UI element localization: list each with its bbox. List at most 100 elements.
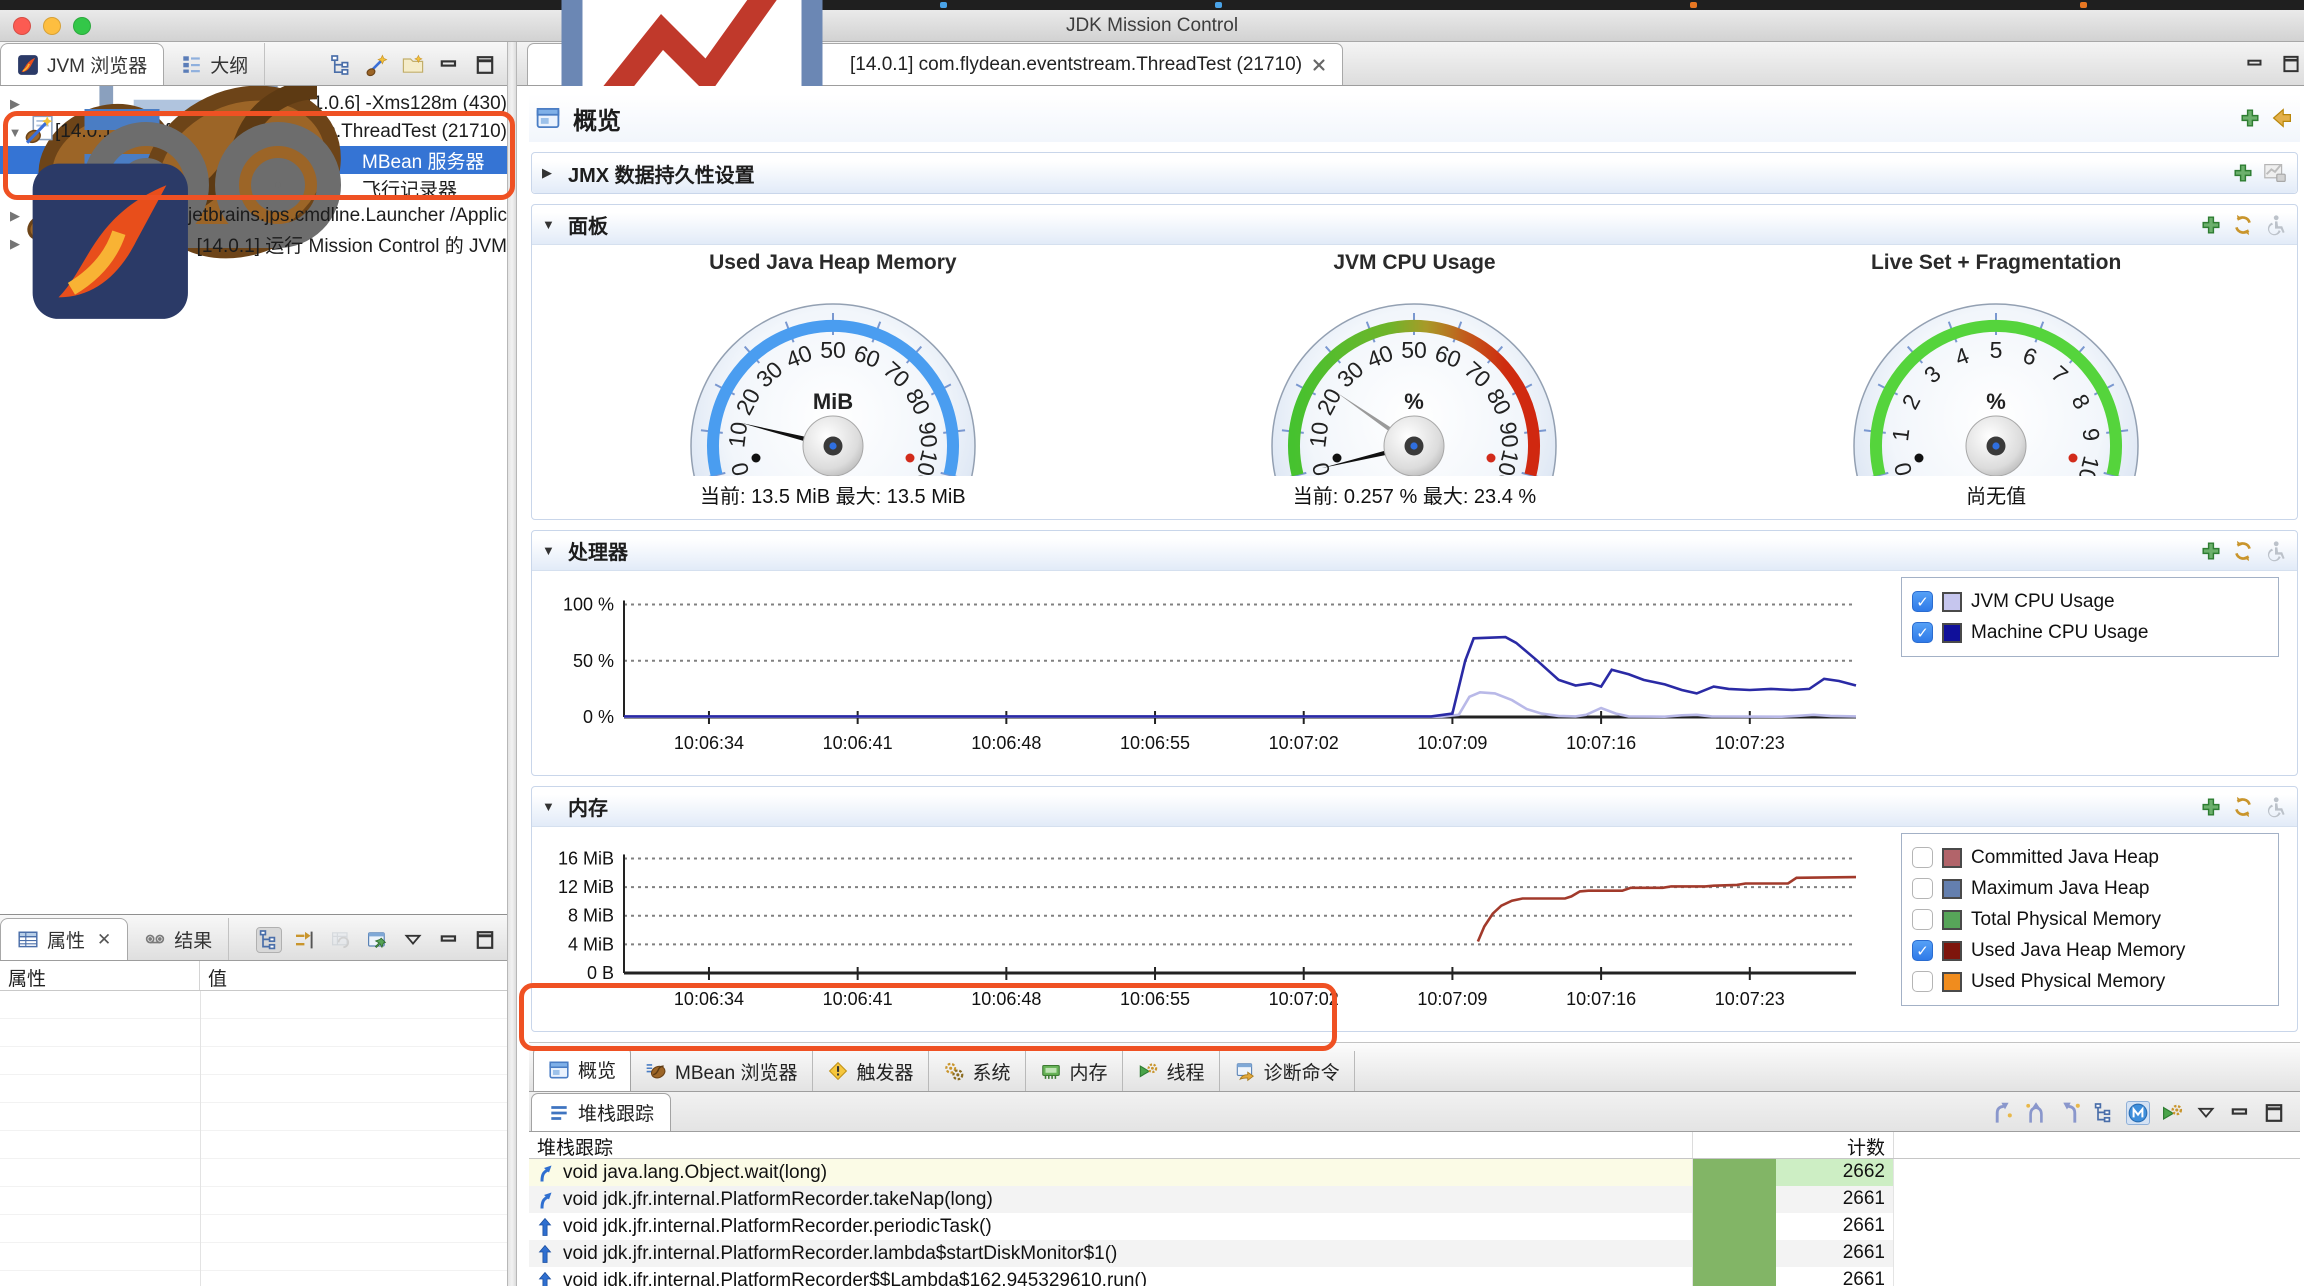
expander-icon[interactable]: ▶ <box>6 236 24 252</box>
properties-tab-attributes[interactable]: 属性✕ <box>0 918 128 960</box>
page-tab-5[interactable]: 线程 <box>1123 1051 1220 1091</box>
minimize-icon[interactable] <box>437 53 461 77</box>
legend-checkbox[interactable] <box>1912 909 1933 930</box>
vertical-splitter[interactable] <box>507 42 517 1286</box>
nav-into-icon[interactable] <box>1990 1101 2014 1125</box>
minimize-icon[interactable] <box>437 928 461 952</box>
nav-back-icon[interactable] <box>2024 1101 2048 1125</box>
close-icon[interactable] <box>1310 56 1328 74</box>
editor-tabbar: [14.0.1] com.flydean.eventstream.ThreadT… <box>517 42 2304 86</box>
page-tab-2[interactable]: 触发器 <box>813 1051 929 1091</box>
sidebar-tab-jvm-browser[interactable]: JVM 浏览器 <box>0 43 164 85</box>
dropdown-icon[interactable] <box>2194 1101 2218 1125</box>
diagnostic-icon <box>1234 1060 1256 1082</box>
gauge-dial: 0102030405060708090100MiB <box>683 281 983 476</box>
zoom-window-button[interactable] <box>73 17 91 35</box>
expander-icon[interactable]: ▶ <box>542 165 558 181</box>
plus-icon[interactable] <box>2199 539 2223 563</box>
minimize-icon[interactable] <box>2228 1101 2252 1125</box>
plus-icon[interactable] <box>2231 161 2255 185</box>
svg-text:10:06:41: 10:06:41 <box>823 989 893 1009</box>
results-icon <box>144 928 166 950</box>
legend-checkbox[interactable] <box>1912 878 1933 899</box>
properties-tabbar: 属性✕结果 <box>0 915 507 961</box>
expander-icon[interactable]: ▶ <box>6 208 24 224</box>
legend-label: Used Java Heap Memory <box>1971 940 2185 962</box>
legend-checkbox[interactable]: ✓ <box>1912 591 1933 612</box>
plus-icon[interactable] <box>2199 213 2223 237</box>
close-window-button[interactable] <box>13 17 31 35</box>
legend-checkbox[interactable] <box>1912 971 1933 992</box>
expander-icon[interactable]: ▼ <box>542 217 558 232</box>
column-header-stacktrace[interactable]: 堆栈跟踪 <box>529 1132 1693 1158</box>
minimize-window-button[interactable] <box>43 17 61 35</box>
maximize-icon[interactable] <box>473 53 497 77</box>
stacktrace-row[interactable]: void java.lang.Object.wait(long)2662 <box>529 1159 2300 1186</box>
page-tab-6[interactable]: 诊断命令 <box>1220 1051 1355 1091</box>
expander-icon[interactable]: ▼ <box>6 125 24 140</box>
method-profiling-icon[interactable] <box>2126 1101 2150 1125</box>
close-icon[interactable]: ✕ <box>97 930 111 950</box>
page-tab-0[interactable]: 概览 <box>533 1047 631 1091</box>
pin-icon[interactable] <box>365 928 389 952</box>
expander-icon[interactable]: ▼ <box>542 543 558 558</box>
legend-item[interactable]: ✓ Used Java Heap Memory <box>1912 935 2268 966</box>
run-gear-icon[interactable] <box>2160 1101 2184 1125</box>
page-tab-1[interactable]: MBean 浏览器 <box>631 1051 812 1091</box>
new-folder-icon[interactable] <box>401 53 425 77</box>
import-icon[interactable] <box>293 928 317 952</box>
column-header-attribute[interactable]: 属性 <box>0 961 200 990</box>
editor-tab[interactable]: [14.0.1] com.flydean.eventstream.ThreadT… <box>527 43 1343 85</box>
maximize-icon[interactable] <box>2280 53 2302 75</box>
legend-item[interactable]: ✓Machine CPU Usage <box>1912 617 2268 648</box>
legend-checkbox[interactable]: ✓ <box>1912 622 1933 643</box>
maximize-icon[interactable] <box>2262 1101 2286 1125</box>
nav-out-icon[interactable] <box>2058 1101 2082 1125</box>
legend-item[interactable]: Used Physical Memory <box>1912 966 2268 997</box>
properties-tab-results[interactable]: 结果 <box>128 918 229 960</box>
legend-item[interactable]: Committed Java Heap <box>1912 842 2268 873</box>
stacktrace-row[interactable]: void jdk.jfr.internal.PlatformRecorder$$… <box>529 1267 2300 1286</box>
section-title-memory[interactable]: 内存 <box>568 792 608 821</box>
swap-icon[interactable] <box>2231 795 2255 819</box>
jvm-tree: ▶[11.0.6] -Xms128m (430)▼[14.0.1] com.fl… <box>0 86 507 914</box>
stacktrace-method-cell: void jdk.jfr.internal.PlatformRecorder.l… <box>529 1240 1693 1267</box>
page-tab-4[interactable]: 内存 <box>1026 1051 1123 1091</box>
svg-text:10:07:02: 10:07:02 <box>1269 733 1339 753</box>
plus-icon[interactable] <box>2238 106 2262 130</box>
section-title-jmx[interactable]: JMX 数据持久性设置 <box>568 159 755 188</box>
legend-item[interactable]: Total Physical Memory <box>1912 904 2268 935</box>
expander-icon[interactable]: ▶ <box>6 96 24 112</box>
legend-item[interactable]: ✓JVM CPU Usage <box>1912 586 2268 617</box>
column-header-count[interactable]: 计数 <box>1693 1132 1894 1158</box>
legend-item[interactable]: Maximum Java Heap <box>1912 873 2268 904</box>
maximize-icon[interactable] <box>473 928 497 952</box>
wand-icon[interactable] <box>365 53 389 77</box>
stacktrace-count: 2661 <box>1776 1186 1893 1213</box>
sidebar-tab-outline[interactable]: 大纲 <box>164 43 265 85</box>
expander-icon[interactable]: ▼ <box>542 799 558 814</box>
swap-icon[interactable] <box>2231 539 2255 563</box>
stacktrace-tab[interactable]: 堆栈跟踪 <box>531 1093 671 1131</box>
minimize-icon[interactable] <box>2244 53 2266 75</box>
plus-icon[interactable] <box>2199 795 2223 819</box>
swap-icon[interactable] <box>2231 213 2255 237</box>
tree-item[interactable]: ▶[14.0.1] 运行 Mission Control 的 JVM <box>0 230 507 258</box>
properties-column-headers: 属性 值 <box>0 961 507 991</box>
tree-icon[interactable] <box>257 928 281 952</box>
gold-arrow-icon[interactable] <box>2270 106 2294 130</box>
section-title-processor[interactable]: 处理器 <box>568 536 628 565</box>
restore-icon[interactable] <box>329 928 353 952</box>
properties-empty-row <box>0 1215 507 1243</box>
column-header-value[interactable]: 值 <box>200 961 507 990</box>
legend-checkbox[interactable]: ✓ <box>1912 940 1933 961</box>
stacktrace-row[interactable]: void jdk.jfr.internal.PlatformRecorder.l… <box>529 1240 2300 1267</box>
stacktrace-row[interactable]: void jdk.jfr.internal.PlatformRecorder.p… <box>529 1213 2300 1240</box>
tree-icon[interactable] <box>2092 1101 2116 1125</box>
page-tab-3[interactable]: 系统 <box>929 1051 1026 1091</box>
stacktrace-row[interactable]: void jdk.jfr.internal.PlatformRecorder.t… <box>529 1186 2300 1213</box>
legend-checkbox[interactable] <box>1912 847 1933 868</box>
link-tree-icon[interactable] <box>329 53 353 77</box>
section-title-dashboard[interactable]: 面板 <box>568 210 608 239</box>
dropdown-icon[interactable] <box>401 928 425 952</box>
